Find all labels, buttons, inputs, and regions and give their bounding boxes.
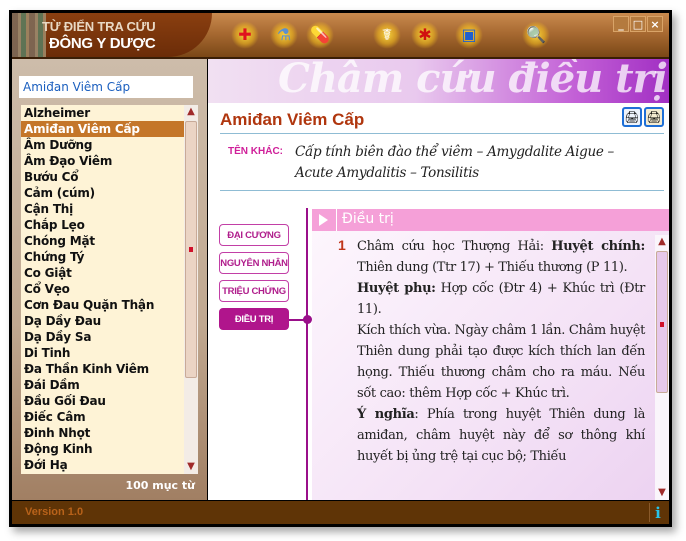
tab-dai-cuong[interactable]: ĐẠI CƯƠNG [219, 224, 289, 246]
app-title-line2: ĐÔNG Y DƯỢC [49, 35, 156, 52]
scroll-up-icon[interactable]: ▲ [655, 235, 669, 249]
list-item[interactable]: Cận Thị [21, 201, 184, 217]
print-preview-icon[interactable]: 🖨 [644, 107, 664, 127]
anatomy-body-tool-button[interactable]: ✱ [411, 21, 439, 49]
list-scrollbar[interactable]: ▲ ▼ [184, 105, 198, 474]
section-tabs: ĐẠI CƯƠNG NGUYÊN NHÂN TRIỆU CHỨNG ĐIỀU TRỊ [219, 224, 289, 336]
list-item[interactable]: Dạ Dầy Đau [21, 313, 184, 329]
list-item[interactable]: Đa Thần Kinh Viêm [21, 361, 184, 377]
paragraph-text: Châm cứu học Thượng Hải: [357, 239, 552, 254]
medical-box-icon: ▣ [461, 25, 477, 44]
treatment-paragraph: Huyệt phụ: Hợp cốc (Đtr 4) + Khúc trì (Đ… [357, 278, 645, 320]
list-item[interactable]: Chứng Tý [21, 249, 184, 265]
list-item[interactable]: Alzheimer [21, 105, 184, 121]
list-item[interactable]: Chóng Mặt [21, 233, 184, 249]
play-arrow-icon [319, 214, 328, 226]
minimize-button[interactable]: _ [613, 16, 629, 32]
first-aid-kit-tool-button[interactable]: ✚ [231, 21, 259, 49]
list-item[interactable]: Âm Dưỡng [21, 137, 184, 153]
treatment-paragraph: Kích thích vừa. Ngày châm 1 lần. Châm hu… [357, 320, 645, 404]
section-header: Điều trị [312, 209, 669, 231]
print-buttons: 🖨 🖨 [622, 107, 664, 127]
pills-icon: 💊 [310, 25, 330, 44]
medicine-bottles-tool-button[interactable]: ⚗ [270, 21, 298, 49]
list-item[interactable]: Amiđan Viêm Cấp [21, 121, 184, 137]
treatment-text: Châm cứu học Thượng Hải: Huyệt chính: Th… [357, 236, 645, 467]
app-title-line1: TỪ ĐIỂN TRA CỨU [42, 19, 156, 34]
list-item[interactable]: Bướu Cổ [21, 169, 184, 185]
books-icon [12, 13, 46, 57]
disease-list: Alzheimer Amiđan Viêm Cấp Âm Dưỡng Âm Đạo V… [21, 105, 184, 474]
list-item[interactable]: Điếc Câm [21, 409, 184, 425]
maximize-button[interactable]: □ [630, 16, 646, 32]
scroll-grip-icon [660, 322, 664, 327]
section-banner: Châm cứu điều trị [208, 59, 669, 103]
list-item[interactable]: Dạ Dầy Sa [21, 329, 184, 345]
item-number: 1 [338, 237, 346, 253]
divider [220, 190, 664, 191]
list-item[interactable]: Chắp Lẹo [21, 217, 184, 233]
timeline-line [306, 208, 308, 500]
scroll-thumb[interactable] [656, 251, 668, 393]
content-scrollbar[interactable]: ▲ ▼ [655, 235, 669, 500]
scroll-up-icon[interactable]: ▲ [184, 105, 198, 119]
scroll-down-icon[interactable]: ▼ [184, 460, 198, 474]
divider [220, 133, 664, 134]
header-toolbar: TỪ ĐIỂN TRA CỨU ĐÔNG Y DƯỢC ✚ ⚗ 💊 ☤ ✱ ▣ 🔍 _ □ … [12, 13, 669, 59]
treatment-paragraph: Ý nghĩa: Phía trong huyệt Thiên dung là … [357, 404, 645, 467]
list-item[interactable]: Cơn Đau Quặn Thận [21, 297, 184, 313]
paragraph-heading: Huyệt phụ: [357, 281, 436, 296]
app-logo: TỪ ĐIỂN TRA CỨU ĐÔNG Y DƯỢC [12, 13, 212, 57]
tab-dieu-tri[interactable]: ĐIỀU TRỊ [219, 308, 289, 330]
scroll-down-icon[interactable]: ▼ [655, 486, 669, 500]
list-item[interactable]: Động Kinh [21, 441, 184, 457]
banner-title: Châm cứu điều trị [278, 59, 668, 102]
paragraph-text: Thiên dung (Ttr 17) + Thiếu thương (P 11… [357, 260, 628, 275]
magnifier-tool-button[interactable]: 🔍 [522, 21, 550, 49]
list-item[interactable]: Co Giật [21, 265, 184, 281]
acupuncture-body-tool-button[interactable]: ☤ [373, 21, 401, 49]
medical-box-tool-button[interactable]: ▣ [455, 21, 483, 49]
scroll-thumb[interactable] [185, 121, 197, 378]
paragraph-text: Kích thích vừa. Ngày châm 1 lần. Châm hu… [357, 323, 645, 401]
alt-name-text: Cấp tính biên đào thể viêm – Amygdalite … [295, 144, 614, 181]
list-item[interactable]: Đầu Gối Đau [21, 393, 184, 409]
anatomy-body-icon: ✱ [418, 25, 432, 44]
entry-title: Amiđan Viêm Cấp [220, 110, 365, 129]
window-controls: _ □ × [613, 16, 663, 32]
version-label: Version 1.0 [25, 506, 84, 518]
list-item[interactable]: Cổ Vẹo [21, 281, 184, 297]
acupuncture-body-icon: ☤ [381, 25, 393, 44]
entry-count: 100 mục từ [125, 479, 195, 492]
search-input[interactable] [19, 76, 193, 98]
alt-name-label: TÊN KHÁC: [228, 146, 283, 157]
status-bar: Version 1.0 i [12, 501, 669, 524]
treatment-content: 1 Châm cứu học Thượng Hải: Huyệt chính: … [312, 231, 669, 500]
scroll-grip-icon [189, 247, 193, 252]
tab-nguyen-nhan[interactable]: NGUYÊN NHÂN [219, 252, 289, 274]
list-item[interactable]: Âm Đạo Viêm [21, 153, 184, 169]
paragraph-heading: Ý nghĩa [357, 407, 415, 422]
magnifier-icon: 🔍 [526, 25, 546, 44]
header-separator [336, 209, 337, 231]
medicine-bottles-icon: ⚗ [276, 25, 292, 44]
treatment-paragraph: Châm cứu học Thượng Hải: Huyệt chính: Th… [357, 236, 645, 278]
close-button[interactable]: × [647, 16, 663, 32]
list-item[interactable]: Đới Hạ [21, 457, 184, 473]
pills-tool-button[interactable]: 💊 [306, 21, 334, 49]
tab-trieu-chung[interactable]: TRIỆU CHỨNG [219, 280, 289, 302]
tab-connector-dot [303, 315, 312, 324]
print-icon[interactable]: 🖨 [622, 107, 642, 127]
list-item[interactable]: Di Tinh [21, 345, 184, 361]
list-item[interactable]: Đinh Nhọt [21, 425, 184, 441]
section-title: Điều trị [342, 211, 394, 227]
sidebar: AlzheimerAmiđan Viêm CấpÂm DưỡngÂm Đạo V… [12, 59, 207, 500]
list-item[interactable]: Cảm (cúm) [21, 185, 184, 201]
paragraph-heading: Huyệt chính: [551, 239, 645, 254]
list-item[interactable]: Đái Dầm [21, 377, 184, 393]
app-window: TỪ ĐIỂN TRA CỨU ĐÔNG Y DƯỢC ✚ ⚗ 💊 ☤ ✱ ▣ 🔍 _ □ … [9, 10, 672, 527]
info-icon[interactable]: i [649, 503, 666, 522]
content-panel: Châm cứu điều trị Amiđan Viêm Cấp 🖨 🖨 TÊ… [208, 59, 669, 500]
first-aid-kit-icon: ✚ [238, 25, 252, 44]
